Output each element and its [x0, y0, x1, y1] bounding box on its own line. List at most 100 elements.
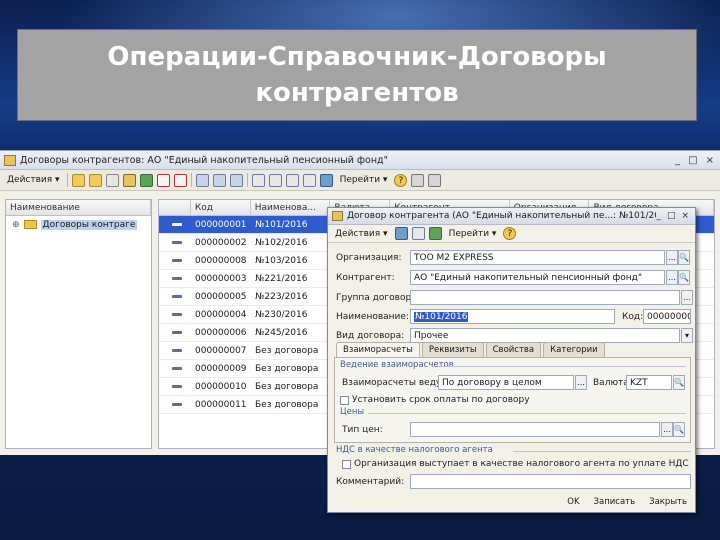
vat-group-title: НДС в качестве налогового агента — [336, 445, 493, 455]
name-label: Наименование: — [336, 312, 409, 322]
col-header-name[interactable]: Наименова... — [251, 200, 331, 215]
row-code: 000000006 — [195, 327, 247, 338]
counterparty-field[interactable]: АО "Единый накопительный пенсионный фонд… — [410, 270, 665, 285]
tab-details[interactable]: Реквизиты — [421, 342, 484, 357]
comment-label: Комментарий: — [336, 477, 405, 487]
organization-label: Организация: — [336, 253, 402, 263]
row-type-cell — [159, 306, 191, 323]
clear-filter-icon[interactable] — [302, 173, 316, 187]
mark-check-icon[interactable] — [139, 173, 153, 187]
chevron-down-icon[interactable]: ▾ — [681, 328, 693, 343]
contract-icon — [172, 403, 182, 406]
counterparty-select-button[interactable]: … — [666, 270, 678, 285]
save-icon[interactable] — [394, 227, 408, 240]
settlements-select-button[interactable]: … — [575, 375, 587, 390]
settlements-field[interactable]: По договору в целом — [438, 375, 574, 390]
col-header-icon[interactable] — [159, 200, 191, 215]
slide-title-box: Операции-Справочник-Договоры контрагенто… — [17, 29, 697, 121]
code-field[interactable]: 000000001 — [643, 309, 691, 324]
delete-icon[interactable] — [173, 173, 187, 187]
tree-root-item[interactable]: ⊕ Договоры контраге — [6, 216, 151, 233]
group-select-button[interactable]: … — [681, 290, 693, 305]
tree-header-name[interactable]: Наименование — [6, 200, 151, 215]
copy-icon[interactable] — [411, 227, 425, 240]
filter-icon[interactable] — [268, 173, 282, 187]
organization-field[interactable]: ТОО M2 EXPRESS — [410, 250, 665, 265]
row-code: 000000002 — [195, 237, 247, 248]
copy-icon[interactable] — [105, 173, 119, 187]
row-name: Без договора — [255, 345, 319, 356]
contract-icon — [172, 277, 182, 280]
tree-header: Наименование — [6, 200, 151, 216]
contract-dialog: Договор контрагента (АО "Единый накопите… — [327, 207, 696, 513]
expand-icon[interactable]: ⊕ — [12, 220, 20, 230]
maximize-button[interactable]: □ — [688, 155, 697, 166]
contract-icon — [172, 313, 182, 316]
group-field[interactable] — [410, 290, 680, 305]
goto-menu[interactable]: Перейти ▾ — [337, 174, 391, 186]
actions-menu[interactable]: Действия ▾ — [4, 174, 63, 186]
price-type-search-icon[interactable]: 🔍 — [673, 422, 685, 437]
row-type-cell — [159, 342, 191, 359]
tab-categories[interactable]: Категории — [543, 342, 605, 357]
row-code: 000000004 — [195, 309, 247, 320]
comment-field[interactable] — [410, 474, 691, 489]
payment-term-checkbox[interactable] — [340, 395, 349, 405]
tree-icon[interactable] — [212, 173, 226, 187]
vat-agent-checkbox-row[interactable]: Организация выступает в качестве налогов… — [342, 459, 689, 469]
tab-settlements[interactable]: Взаиморасчеты — [336, 342, 420, 357]
price-type-select-button[interactable]: … — [661, 422, 673, 437]
type-select[interactable]: Прочее — [410, 328, 680, 343]
currency-field[interactable]: KZT — [626, 375, 672, 390]
row-code: 000000003 — [195, 273, 247, 284]
tab-properties[interactable]: Свойства — [485, 342, 542, 357]
type-label: Вид договора: — [336, 331, 405, 341]
vat-agent-checkbox[interactable] — [342, 459, 351, 469]
row-code: 000000009 — [195, 363, 247, 374]
minimize-button[interactable]: _ — [675, 155, 680, 166]
help-icon[interactable]: ? — [394, 173, 408, 187]
dialog-close-button[interactable]: × — [681, 211, 689, 221]
name-field[interactable]: №101/2016 — [410, 309, 615, 324]
col-header-code[interactable]: Код — [191, 200, 251, 215]
list-settings-icon[interactable] — [428, 173, 442, 187]
dialog-actions-menu[interactable]: Действия ▾ — [332, 228, 391, 240]
organization-select-button[interactable]: … — [666, 250, 678, 265]
contract-icon — [172, 349, 182, 352]
save-button[interactable]: Записать — [592, 496, 638, 508]
row-name: №230/2016 — [255, 309, 308, 320]
counterparty-open-icon[interactable]: 🔍 — [678, 270, 690, 285]
ok-button[interactable]: OK — [565, 496, 581, 508]
row-code: 000000005 — [195, 291, 247, 302]
dialog-maximize-button[interactable]: □ — [667, 211, 676, 221]
dialog-minimize-button[interactable]: _ — [656, 211, 661, 221]
currency-search-icon[interactable]: 🔍 — [673, 375, 685, 390]
post-icon[interactable] — [428, 227, 442, 240]
up-level-icon[interactable] — [229, 173, 243, 187]
organization-open-icon[interactable]: 🔍 — [678, 250, 690, 265]
edit-icon[interactable] — [122, 173, 136, 187]
refresh-icon[interactable] — [319, 173, 333, 187]
close-button[interactable]: × — [706, 155, 714, 166]
add-folder-icon[interactable] — [88, 173, 102, 187]
row-name: Без договора — [255, 363, 319, 374]
close-dialog-button[interactable]: Закрыть — [647, 496, 689, 508]
dialog-icon — [332, 211, 343, 221]
delete-mark-icon[interactable] — [156, 173, 170, 187]
add-icon[interactable] — [71, 173, 85, 187]
row-code: 000000011 — [195, 399, 247, 410]
row-code: 000000007 — [195, 345, 247, 356]
filter-settings-icon[interactable] — [285, 173, 299, 187]
dialog-goto-menu[interactable]: Перейти ▾ — [446, 228, 500, 240]
row-name: №102/2016 — [255, 237, 308, 248]
payment-term-checkbox-row[interactable]: Установить срок оплаты по договору — [340, 395, 530, 405]
search-icon[interactable] — [251, 173, 265, 187]
name-value: №101/2016 — [414, 311, 469, 322]
row-code: 000000008 — [195, 255, 247, 266]
tree-root-label: Договоры контраге — [40, 219, 138, 230]
row-code: 000000010 — [195, 381, 247, 392]
price-type-field[interactable] — [410, 422, 660, 437]
columns-icon[interactable] — [411, 173, 425, 187]
dialog-help-icon[interactable]: ? — [503, 227, 517, 240]
hierarchy-icon[interactable] — [195, 173, 209, 187]
